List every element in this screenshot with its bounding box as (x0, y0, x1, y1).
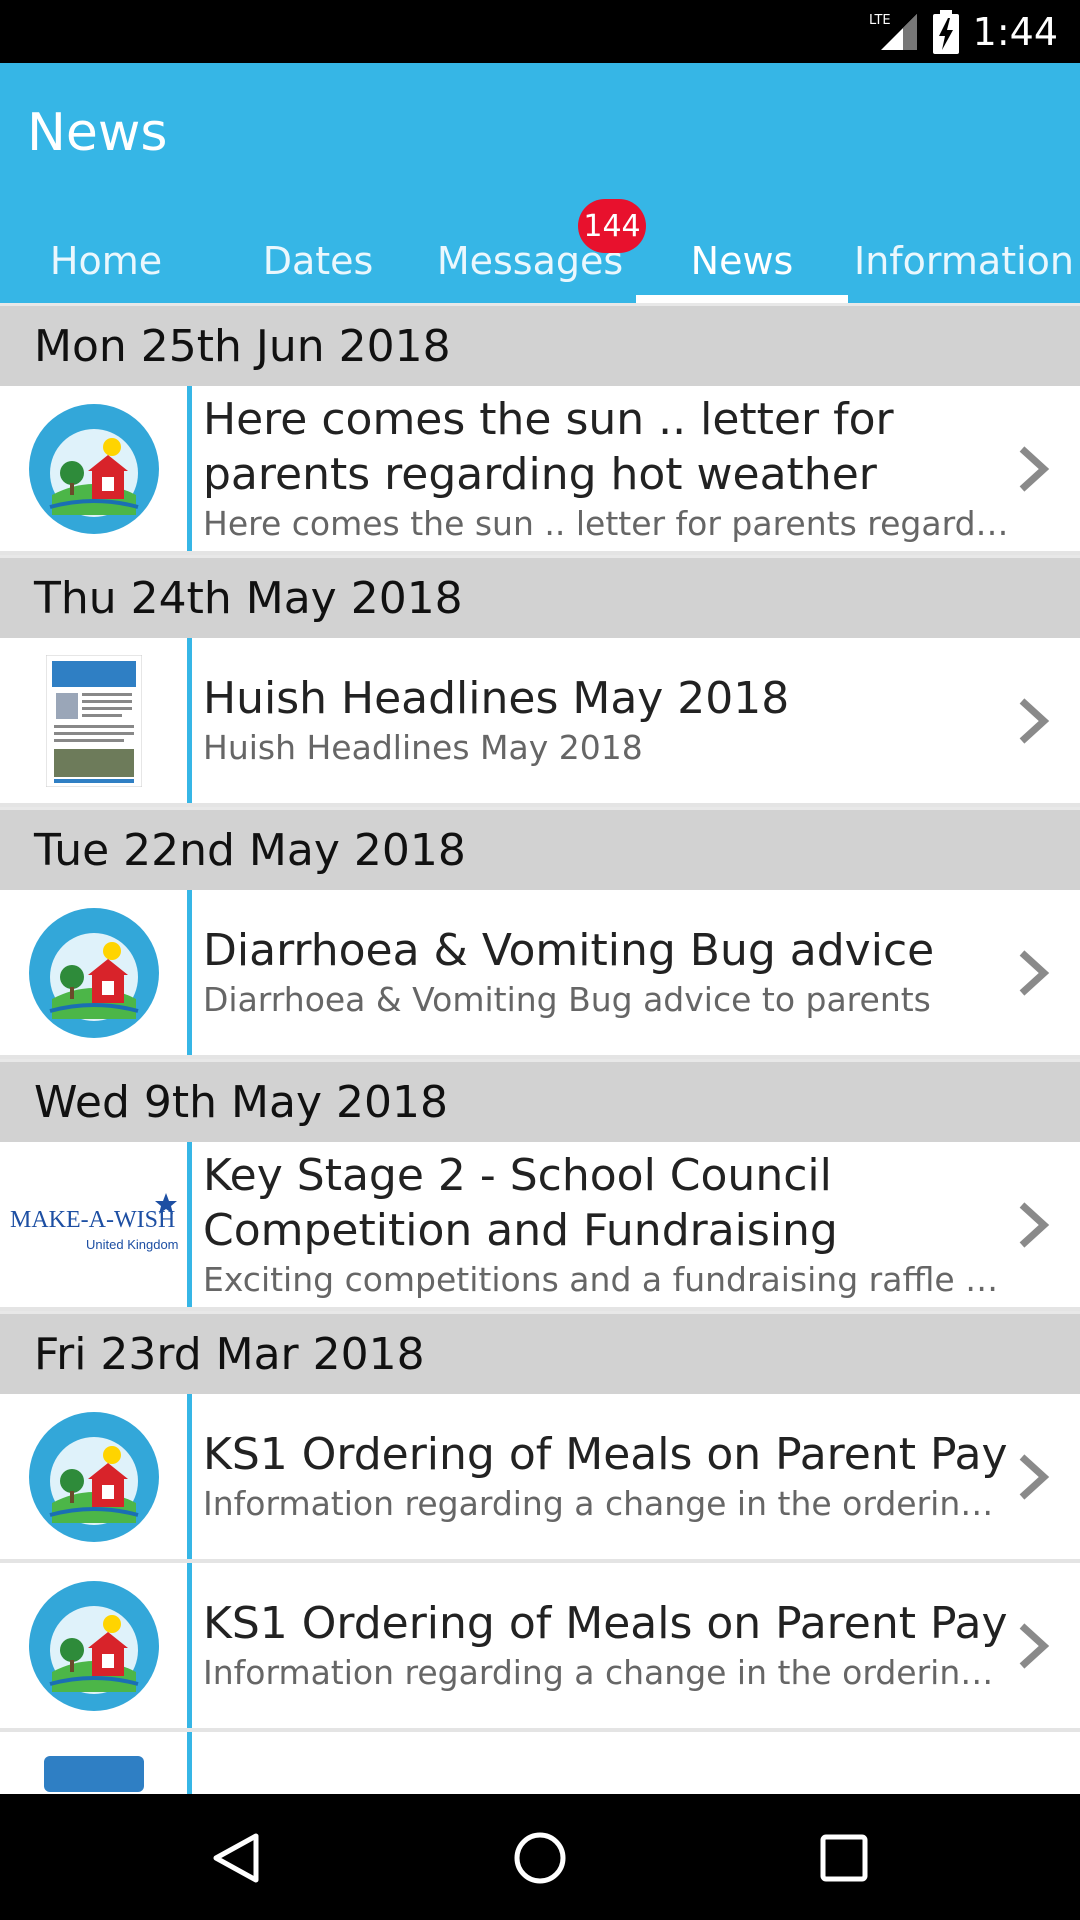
make-a-wish-logo: MAKE-A-WISH United Kingdom (0, 1142, 187, 1307)
news-subtitle: Huish Headlines May 2018 (203, 728, 643, 767)
school-logo-thumbnail (0, 890, 187, 1055)
tab-information[interactable]: Information (848, 218, 1080, 303)
chevron-right-icon (1019, 1453, 1050, 1500)
news-subtitle: Information regarding a change in the or… (203, 1653, 1013, 1692)
row-accent-bar (187, 638, 192, 803)
make-a-wish-wordmark: MAKE-A-WISH (10, 1207, 175, 1233)
date-header: Mon 25th Jun 2018 (0, 303, 1080, 386)
lte-signal-icon: LTE (867, 10, 919, 54)
tab-news[interactable]: News (636, 218, 848, 303)
chevron-right-icon (1019, 1201, 1050, 1248)
news-item[interactable]: Here comes the sun .. letter for parents… (0, 386, 1080, 555)
school-logo-thumbnail (0, 1563, 187, 1728)
news-subtitle: Here comes the sun .. letter for parents… (203, 503, 1013, 543)
recents-square-icon[interactable] (806, 1820, 882, 1896)
back-triangle-icon[interactable] (198, 1820, 274, 1896)
news-item[interactable]: MAKE-A-WISH United Kingdom Key Stage 2 -… (0, 1142, 1080, 1311)
battery-charging-icon (932, 9, 959, 54)
chevron-right-icon (1019, 445, 1050, 492)
news-item[interactable]: Diarrhoea & Vomiting Bug advice Diarrhoe… (0, 890, 1080, 1059)
row-accent-bar (187, 890, 192, 1055)
news-title: KS1 Ordering of Meals on Parent Pay (203, 1429, 1008, 1480)
date-header: Wed 9th May 2018 (0, 1059, 1080, 1142)
news-item[interactable]: KS1 Ordering of Meals on Parent Pay Info… (0, 1394, 1080, 1563)
row-accent-bar (187, 1394, 192, 1559)
news-item[interactable]: Huish Headlines May 2018 Huish Headlines… (0, 638, 1080, 807)
status-time: 1:44 (972, 9, 1058, 54)
status-bar: LTE 1:44 (0, 0, 1080, 63)
row-accent-bar (187, 1732, 192, 1794)
date-header: Tue 22nd May 2018 (0, 807, 1080, 890)
news-title: Key Stage 2 - School Council Competition… (203, 1149, 838, 1256)
chevron-right-icon (1019, 949, 1050, 996)
news-subtitle: Exciting competitions and a fundraising … (203, 1259, 1013, 1299)
news-title: Here comes the sun .. letter for parents… (203, 393, 894, 500)
tab-dates[interactable]: Dates (212, 218, 424, 303)
page-title: News (27, 103, 168, 163)
chevron-right-icon (1019, 697, 1050, 744)
tab-home[interactable]: Home (0, 218, 212, 303)
chevron-right-icon (1019, 1622, 1050, 1669)
home-circle-icon[interactable] (502, 1820, 578, 1896)
newsletter-thumbnail (0, 638, 187, 803)
news-title: KS1 Ordering of Meals on Parent Pay (203, 1598, 1008, 1649)
news-subtitle: Diarrhoea & Vomiting Bug advice to paren… (203, 980, 931, 1019)
row-accent-bar (187, 1142, 192, 1307)
tab-bar: Home Dates Messages News Information (0, 218, 1080, 303)
news-subtitle: Information regarding a change in the or… (203, 1484, 1013, 1523)
news-item-partial[interactable] (0, 1732, 1080, 1794)
school-logo-thumbnail (0, 386, 187, 551)
newsletter-thumbnail (0, 1732, 187, 1794)
lte-label: LTE (869, 13, 891, 28)
news-list: Mon 25th Jun 2018 Here comes the sun .. … (0, 303, 1080, 1794)
school-logo-thumbnail (0, 1394, 187, 1559)
make-a-wish-country: United Kingdom (86, 1237, 179, 1252)
app-bar: News Home Dates Messages News Informatio… (0, 63, 1080, 303)
messages-count-badge: 144 (578, 199, 646, 253)
row-accent-bar (187, 1563, 192, 1728)
news-title: Huish Headlines May 2018 (203, 673, 790, 724)
date-header: Thu 24th May 2018 (0, 555, 1080, 638)
system-nav-bar (0, 1794, 1080, 1920)
row-accent-bar (187, 386, 192, 551)
date-header: Fri 23rd Mar 2018 (0, 1311, 1080, 1394)
news-item[interactable]: KS1 Ordering of Meals on Parent Pay Info… (0, 1563, 1080, 1732)
news-title: Diarrhoea & Vomiting Bug advice (203, 925, 935, 976)
